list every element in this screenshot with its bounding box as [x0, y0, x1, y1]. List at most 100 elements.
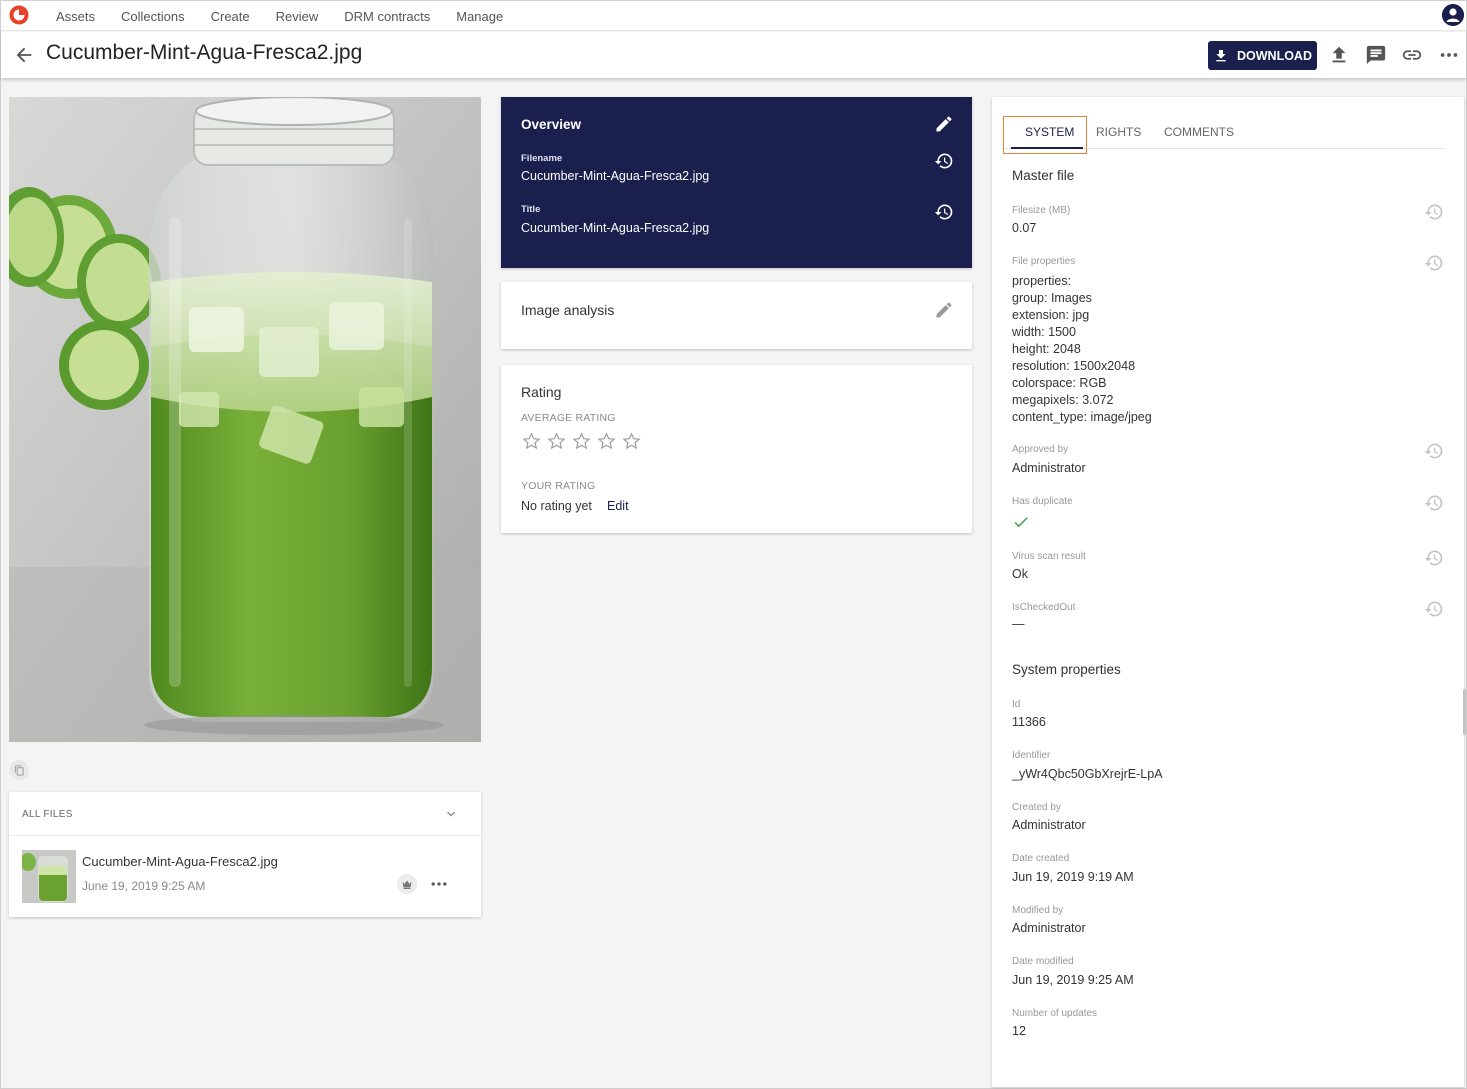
- file-property-row: group: Images: [1012, 291, 1092, 305]
- virus-scan-label: Virus scan result: [1012, 551, 1086, 562]
- page-scrollbar[interactable]: [1463, 689, 1466, 735]
- edit-pencil-icon[interactable]: [934, 300, 954, 320]
- is-checked-out-value: —: [1012, 617, 1025, 631]
- overview-title: Overview: [521, 117, 582, 132]
- created-by-value: Administrator: [1012, 818, 1086, 832]
- nav-item-assets[interactable]: Assets: [56, 9, 95, 24]
- file-more-options-icon[interactable]: [429, 874, 449, 894]
- history-icon[interactable]: [1424, 548, 1444, 568]
- file-property-row: properties:: [1012, 274, 1072, 288]
- modified-by-label: Modified by: [1012, 905, 1064, 916]
- download-icon: [1216, 49, 1226, 61]
- file-properties-label: File properties: [1012, 256, 1076, 267]
- history-icon[interactable]: [1424, 493, 1444, 513]
- title-label: Title: [521, 204, 541, 215]
- rating-panel: Rating AVERAGE RATING YOUR RATING No rat…: [501, 365, 972, 533]
- date-created-value: Jun 19, 2019 9:19 AM: [1012, 870, 1134, 884]
- checkmark-icon: [1014, 517, 1028, 528]
- your-rating-value: No rating yet: [521, 499, 592, 513]
- title-value: Cucumber-Mint-Agua-Fresca2.jpg: [521, 221, 710, 235]
- average-rating-stars: [521, 431, 642, 452]
- page-title: Cucumber-Mint-Agua-Fresca2.jpg: [46, 41, 363, 64]
- approved-by-value: Administrator: [1012, 461, 1086, 475]
- history-icon[interactable]: [1424, 441, 1444, 461]
- date-modified-label: Date modified: [1012, 956, 1074, 967]
- app-logo-icon[interactable]: [9, 5, 29, 25]
- number-of-updates-value: 12: [1012, 1024, 1026, 1038]
- star-icon[interactable]: [596, 431, 617, 452]
- all-files-header[interactable]: ALL FILES: [9, 792, 481, 836]
- nav-item-manage[interactable]: Manage: [456, 9, 503, 24]
- file-properties-list: properties: group: Images extension: jpg…: [1012, 273, 1152, 426]
- asset-image-preview[interactable]: [9, 97, 481, 742]
- history-icon[interactable]: [1424, 253, 1444, 273]
- modified-by-value: Administrator: [1012, 921, 1086, 935]
- filesize-label: Filesize (MB): [1012, 205, 1071, 216]
- approved-by-label: Approved by: [1012, 444, 1069, 455]
- has-duplicate-label: Has duplicate: [1012, 496, 1073, 507]
- link-icon[interactable]: [1401, 44, 1423, 66]
- chevron-down-icon[interactable]: [443, 806, 459, 822]
- rating-title: Rating: [521, 384, 562, 400]
- master-file-crown-icon[interactable]: [397, 874, 417, 894]
- system-properties-title: System properties: [1012, 662, 1121, 677]
- identifier-label: Identifier: [1012, 750, 1051, 761]
- drink-jar-image: [9, 97, 481, 742]
- metadata-tabs: SYSTEM RIGHTS COMMENTS: [1003, 116, 1444, 154]
- comment-icon[interactable]: [1365, 44, 1387, 66]
- edit-pencil-icon[interactable]: [934, 114, 954, 134]
- history-icon[interactable]: [1424, 599, 1444, 619]
- nav-item-collections[interactable]: Collections: [121, 9, 185, 24]
- download-label: DOWNLOAD: [1237, 48, 1312, 63]
- nav-menu: Assets Collections Create Review DRM con…: [43, 1, 516, 31]
- all-files-label: ALL FILES: [22, 809, 73, 820]
- download-button[interactable]: DOWNLOAD: [1208, 41, 1317, 70]
- identifier-value: _yWr4Qbc50GbXrejrE-LpA: [1012, 767, 1163, 781]
- tab-system[interactable]: SYSTEM: [1025, 125, 1074, 139]
- number-of-updates-label: Number of updates: [1012, 1008, 1098, 1019]
- back-arrow-icon[interactable]: [13, 44, 35, 66]
- file-property-row: colorspace: RGB: [1012, 376, 1107, 390]
- asset-header: Cucumber-Mint-Agua-Fresca2.jpg DOWNLOAD: [1, 32, 1466, 78]
- your-rating-label: YOUR RATING: [521, 480, 596, 492]
- history-icon[interactable]: [1424, 202, 1444, 222]
- nav-item-review[interactable]: Review: [276, 9, 319, 24]
- file-property-row: width: 1500: [1012, 325, 1076, 339]
- history-icon[interactable]: [934, 202, 954, 222]
- more-options-icon[interactable]: [1438, 44, 1460, 66]
- star-icon[interactable]: [546, 431, 567, 452]
- file-property-row: content_type: image/jpeg: [1012, 410, 1152, 424]
- upload-icon[interactable]: [1328, 44, 1350, 66]
- date-created-label: Date created: [1012, 853, 1070, 864]
- file-name[interactable]: Cucumber-Mint-Agua-Fresca2.jpg: [82, 854, 278, 869]
- filesize-value: 0.07: [1012, 221, 1037, 235]
- copy-icon[interactable]: [9, 760, 29, 780]
- image-analysis-panel: Image analysis: [501, 282, 972, 349]
- id-label: Id: [1012, 699, 1021, 710]
- all-files-panel: ALL FILES Cucumber-Mint-Agua-Fresca2.jpg…: [9, 792, 481, 917]
- virus-scan-value: Ok: [1012, 567, 1028, 581]
- file-property-row: extension: jpg: [1012, 308, 1090, 322]
- history-icon[interactable]: [934, 151, 954, 171]
- tab-rights[interactable]: RIGHTS: [1096, 125, 1141, 139]
- created-by-label: Created by: [1012, 802, 1061, 813]
- star-icon[interactable]: [571, 431, 592, 452]
- metadata-panel: SYSTEM RIGHTS COMMENTS Master file Files…: [992, 97, 1464, 1087]
- date-modified-value: Jun 19, 2019 9:25 AM: [1012, 973, 1134, 987]
- edit-rating-link[interactable]: Edit: [607, 499, 629, 513]
- tab-comments[interactable]: COMMENTS: [1164, 125, 1234, 139]
- star-icon[interactable]: [521, 431, 542, 452]
- file-date: June 19, 2019 9:25 AM: [82, 879, 206, 893]
- active-tab-indicator: [1011, 147, 1083, 149]
- nav-item-create[interactable]: Create: [211, 9, 250, 24]
- nav-item-drm-contracts[interactable]: DRM contracts: [344, 9, 430, 24]
- star-icon[interactable]: [621, 431, 642, 452]
- image-analysis-title: Image analysis: [521, 302, 615, 318]
- file-thumbnail[interactable]: [22, 850, 76, 903]
- user-avatar-icon[interactable]: [1442, 4, 1464, 26]
- is-checked-out-label: IsCheckedOut: [1012, 602, 1076, 613]
- master-file-title: Master file: [1012, 168, 1075, 183]
- id-value: 11366: [1012, 715, 1046, 729]
- filename-label: Filename: [521, 153, 563, 164]
- file-property-row: resolution: 1500x2048: [1012, 359, 1136, 373]
